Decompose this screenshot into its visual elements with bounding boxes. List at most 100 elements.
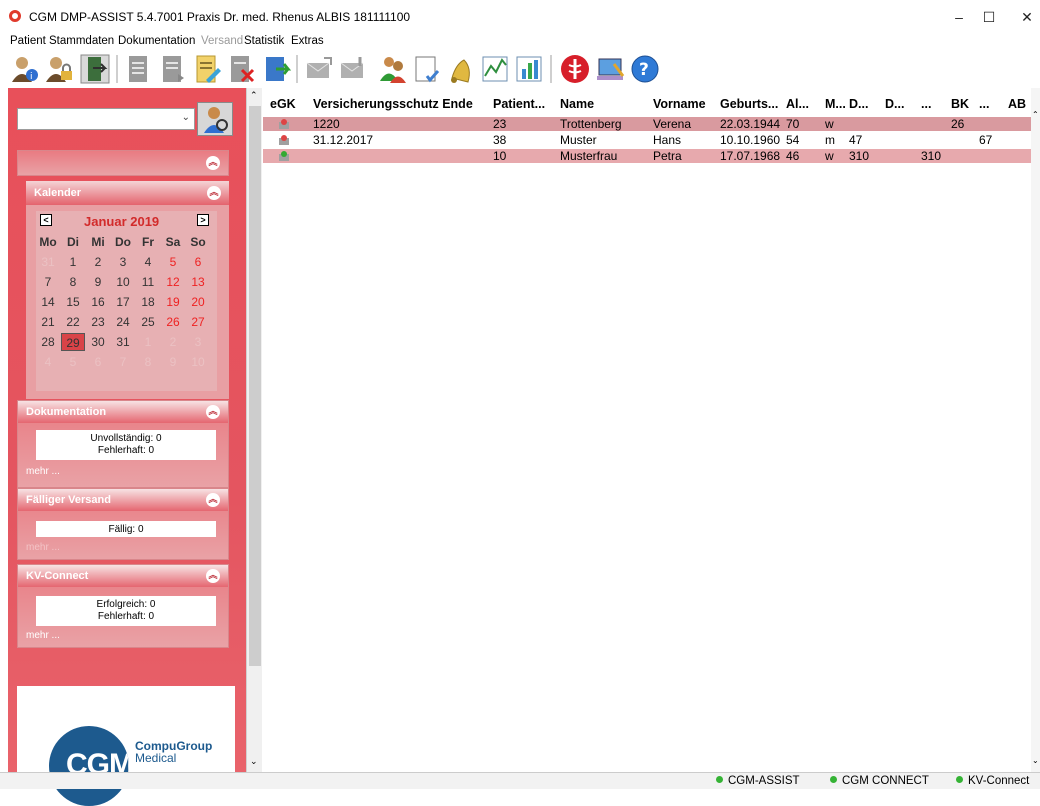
calendar-day[interactable]: 6 bbox=[86, 353, 110, 371]
calendar-day[interactable]: 23 bbox=[86, 313, 110, 331]
patient-search-button[interactable] bbox=[197, 102, 233, 136]
calendar-day[interactable]: 12 bbox=[161, 273, 185, 291]
col-vorname[interactable]: Vorname bbox=[653, 97, 706, 115]
calendar-day[interactable]: 14 bbox=[36, 293, 60, 311]
kvconnect-more-link[interactable]: mehr ... bbox=[26, 630, 60, 641]
col-alter[interactable]: Al... bbox=[786, 97, 809, 115]
doc-gray2-icon[interactable] bbox=[158, 54, 188, 84]
scroll-up-icon[interactable]: ⌃ bbox=[250, 90, 258, 101]
calendar-day[interactable]: 26 bbox=[161, 313, 185, 331]
patient-info-icon[interactable]: i bbox=[10, 54, 40, 84]
medical-icon[interactable] bbox=[560, 54, 590, 84]
calendar-day[interactable]: 8 bbox=[136, 353, 160, 371]
calendar-day[interactable]: 7 bbox=[36, 273, 60, 291]
calendar-day[interactable]: 28 bbox=[36, 333, 60, 351]
calendar-day[interactable]: 31 bbox=[36, 253, 60, 271]
menu-statistik[interactable]: Statistik bbox=[244, 35, 284, 47]
calendar-day[interactable]: 5 bbox=[161, 253, 185, 271]
doc-delete-icon[interactable] bbox=[226, 54, 256, 84]
calendar-day[interactable]: 7 bbox=[111, 353, 135, 371]
menu-dokumentation[interactable]: Dokumentation bbox=[118, 35, 195, 47]
calendar-day[interactable]: 10 bbox=[186, 353, 210, 371]
menu-versand[interactable]: Versand bbox=[201, 35, 243, 47]
versand-collapse-icon[interactable]: ︽ bbox=[206, 493, 220, 507]
calendar-day[interactable]: 4 bbox=[36, 353, 60, 371]
calendar-day[interactable]: 8 bbox=[61, 273, 85, 291]
table-scrollbar[interactable]: ⌃ ⌄ bbox=[1031, 88, 1040, 772]
col-patient[interactable]: Patient... bbox=[493, 97, 545, 115]
calendar-day[interactable]: 3 bbox=[111, 253, 135, 271]
calendar-day[interactable]: 20 bbox=[186, 293, 210, 311]
scroll-down-icon[interactable]: ⌄ bbox=[1032, 756, 1039, 765]
bar-chart-icon[interactable] bbox=[514, 54, 544, 84]
col-dots2[interactable]: ... bbox=[979, 97, 989, 115]
checklist-icon[interactable] bbox=[412, 54, 442, 84]
calendar-day[interactable]: 3 bbox=[186, 333, 210, 351]
table-row[interactable]: 31.12.2017 38 Muster Hans 10.10.1960 54 … bbox=[263, 133, 1032, 147]
calendar-day[interactable]: 1 bbox=[61, 253, 85, 271]
calendar-day[interactable]: 24 bbox=[111, 313, 135, 331]
calendar-day[interactable]: 22 bbox=[61, 313, 85, 331]
door-exit-icon[interactable] bbox=[80, 54, 110, 84]
col-ab[interactable]: AB bbox=[1008, 97, 1026, 115]
scroll-up-icon[interactable]: ⌃ bbox=[1032, 110, 1039, 119]
help-icon[interactable]: ? bbox=[630, 54, 660, 84]
sidebar-scroll-thumb[interactable] bbox=[249, 106, 261, 666]
calendar-day[interactable]: 30 bbox=[86, 333, 110, 351]
calendar-collapse-icon[interactable]: ︽ bbox=[207, 186, 221, 200]
calendar-day[interactable]: 27 bbox=[186, 313, 210, 331]
calendar-day[interactable]: 1 bbox=[136, 333, 160, 351]
doc-gray-icon[interactable] bbox=[124, 54, 154, 84]
kvconnect-collapse-icon[interactable]: ︽ bbox=[206, 569, 220, 583]
calendar-day[interactable]: 11 bbox=[136, 273, 160, 291]
calendar-day[interactable]: 6 bbox=[186, 253, 210, 271]
next-month-button[interactable]: > bbox=[197, 214, 209, 226]
col-m[interactable]: M... bbox=[825, 97, 846, 115]
menu-patient[interactable]: Patient bbox=[10, 35, 46, 47]
calendar-day[interactable]: 19 bbox=[161, 293, 185, 311]
calendar-day[interactable]: 25 bbox=[136, 313, 160, 331]
table-row[interactable]: 1220 23 Trottenberg Verena 22.03.1944 70… bbox=[263, 117, 1032, 131]
menu-extras[interactable]: Extras bbox=[291, 35, 324, 47]
calendar-day[interactable]: 18 bbox=[136, 293, 160, 311]
calendar-day[interactable]: 29 bbox=[61, 333, 85, 351]
calendar-day[interactable]: 17 bbox=[111, 293, 135, 311]
collapse-icon[interactable]: ︽ bbox=[206, 156, 220, 170]
calendar-day[interactable]: 2 bbox=[86, 253, 110, 271]
calendar-day[interactable]: 10 bbox=[111, 273, 135, 291]
sidebar-scrollbar[interactable]: ⌃ ⌄ bbox=[246, 88, 262, 772]
doc-edit-icon[interactable] bbox=[192, 54, 222, 84]
chevron-down-icon[interactable]: ⌄ bbox=[182, 112, 190, 123]
calendar-day[interactable]: 16 bbox=[86, 293, 110, 311]
col-dots[interactable]: ... bbox=[921, 97, 931, 115]
patient-search-combobox[interactable]: ⌄ bbox=[17, 108, 195, 130]
scroll-down-icon[interactable]: ⌄ bbox=[250, 756, 258, 767]
dokumentation-more-link[interactable]: mehr ... bbox=[26, 466, 60, 477]
col-bk[interactable]: BK bbox=[951, 97, 969, 115]
prev-month-button[interactable]: < bbox=[40, 214, 52, 226]
dokumentation-collapse-icon[interactable]: ︽ bbox=[206, 405, 220, 419]
calendar-day[interactable]: 4 bbox=[136, 253, 160, 271]
patient-lock-icon[interactable] bbox=[44, 54, 74, 84]
envelope-gray-icon[interactable] bbox=[304, 54, 334, 84]
users-icon[interactable] bbox=[378, 54, 408, 84]
export-icon[interactable] bbox=[262, 54, 292, 84]
table-row[interactable]: 10 Musterfrau Petra 17.07.1968 46 w 310 … bbox=[263, 149, 1032, 163]
col-name[interactable]: Name bbox=[560, 97, 594, 115]
col-egk[interactable]: eGK bbox=[270, 97, 296, 115]
calendar-day[interactable]: 9 bbox=[161, 353, 185, 371]
calendar-day[interactable]: 5 bbox=[61, 353, 85, 371]
col-versicherungsschutz-ende[interactable]: Versicherungsschutz Ende bbox=[313, 97, 473, 115]
bell-icon[interactable] bbox=[446, 54, 476, 84]
monitor-icon[interactable] bbox=[596, 54, 626, 84]
calendar-day[interactable]: 21 bbox=[36, 313, 60, 331]
calendar-day[interactable]: 13 bbox=[186, 273, 210, 291]
calendar-day[interactable]: 2 bbox=[161, 333, 185, 351]
calendar-day[interactable]: 31 bbox=[111, 333, 135, 351]
col-d2[interactable]: D... bbox=[885, 97, 904, 115]
close-button[interactable]: ✕ bbox=[1004, 4, 1040, 30]
col-d1[interactable]: D... bbox=[849, 97, 868, 115]
calendar-day[interactable]: 9 bbox=[86, 273, 110, 291]
calendar-day[interactable]: 15 bbox=[61, 293, 85, 311]
col-geburtsdatum[interactable]: Geburts... bbox=[720, 97, 778, 115]
